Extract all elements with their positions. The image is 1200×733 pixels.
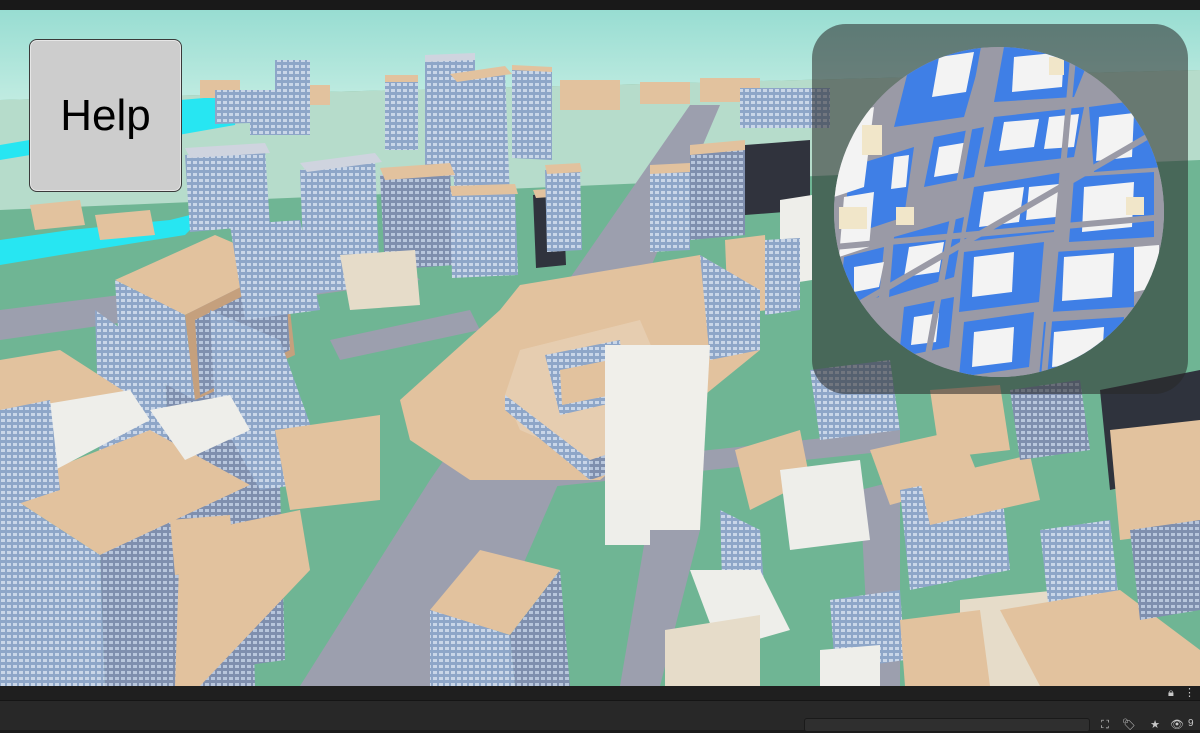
editor-panel-strip: 🔒︎ ⋮ ⚲ ⛶ 🏷︎ ★ 👁︎ 9 — [0, 686, 1200, 733]
search-input[interactable] — [804, 718, 1090, 732]
top-bar — [0, 0, 1200, 10]
favorite-star-icon[interactable]: ★ — [1144, 717, 1166, 733]
minimap[interactable] — [834, 47, 1164, 377]
visibility-eye-icon[interactable]: 👁︎ — [1166, 717, 1188, 733]
editor-tab-bar: 🔒︎ ⋮ — [0, 686, 1200, 700]
tag-icon[interactable]: 🏷︎ — [1118, 717, 1140, 733]
help-button[interactable]: Help — [29, 39, 182, 192]
minimap-map — [834, 47, 1164, 377]
scene-viewport[interactable]: Help — [0, 10, 1200, 686]
editor-toolbar: ⚲ ⛶ 🏷︎ ★ 👁︎ 9 — [0, 700, 1200, 733]
lock-icon[interactable]: 🔒︎ — [1168, 687, 1174, 699]
kebab-menu-icon[interactable]: ⋮ — [1184, 687, 1195, 699]
scene-filter-icon[interactable]: ⛶ — [1094, 717, 1116, 733]
hidden-count: 9 — [1188, 718, 1194, 729]
